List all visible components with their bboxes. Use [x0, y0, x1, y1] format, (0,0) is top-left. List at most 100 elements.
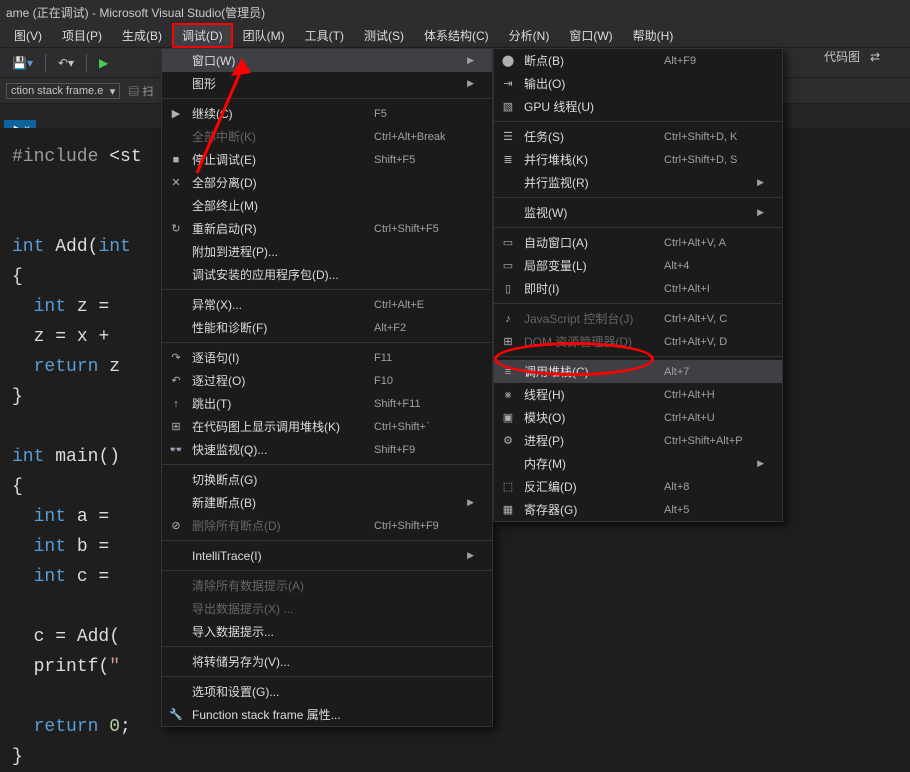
menu-item-shortcut: Ctrl+Shift+Alt+P	[664, 435, 764, 447]
debug-menu-item[interactable]: 切换断点(G)	[162, 468, 492, 491]
debug-menu-item[interactable]: 附加到进程(P)...	[162, 240, 492, 263]
debug-windows-item[interactable]: ⬤断点(B)Alt+F9	[494, 49, 782, 72]
menu-item-label: 导出数据提示(X) ...	[192, 600, 474, 617]
debug-menu-item[interactable]: 调试安装的应用程序包(D)...	[162, 263, 492, 286]
debug-menu-item[interactable]: ↻重新启动(R)Ctrl+Shift+F5	[162, 217, 492, 240]
menu-item-label: 断点(B)	[524, 52, 634, 69]
debug-menu-item[interactable]: ■停止调试(E)Shift+F5	[162, 148, 492, 171]
debug-windows-item[interactable]: ▯即时(I)Ctrl+Alt+I	[494, 277, 782, 300]
menu-tools[interactable]: 工具(T)	[295, 23, 354, 48]
menu-item-shortcut: Ctrl+Alt+I	[664, 283, 764, 295]
menu-item-label: 新建断点(B)	[192, 494, 459, 511]
debug-menu-item[interactable]: 选项和设置(G)...	[162, 680, 492, 703]
debug-windows-item[interactable]: 内存(M)▶	[494, 452, 782, 475]
menu-item-shortcut: Ctrl+Alt+E	[374, 299, 474, 311]
debug-windows-item[interactable]: ⬚反汇编(D)Alt+8	[494, 475, 782, 498]
debug-menu-item[interactable]: ↷逐语句(I)F11	[162, 346, 492, 369]
debug-windows-item[interactable]: ▭自动窗口(A)Ctrl+Alt+V, A	[494, 231, 782, 254]
debug-menu-item[interactable]: 窗口(W)▶	[162, 49, 492, 72]
menu-analyze[interactable]: 分析(N)	[499, 23, 560, 48]
debug-menu-item[interactable]: 性能和诊断(F)Alt+F2	[162, 316, 492, 339]
menu-item-label: 输出(O)	[524, 75, 764, 92]
debug-windows-item[interactable]: ⨳线程(H)Ctrl+Alt+H	[494, 383, 782, 406]
menu-separator	[162, 646, 492, 647]
debug-menu-item[interactable]: 🔧Function stack frame 属性...	[162, 703, 492, 726]
debug-menu-item: 全部中断(K)Ctrl+Alt+Break	[162, 125, 492, 148]
menu-item-label: JavaScript 控制台(J)	[524, 310, 634, 327]
menu-item-label: 跳出(T)	[192, 395, 344, 412]
toggle-icon[interactable]: ⇄	[870, 50, 880, 64]
toolbar-icon[interactable]: ▤ 扫	[128, 83, 153, 99]
debug-menu-item: 清除所有数据提示(A)	[162, 574, 492, 597]
submenu-arrow-icon: ▶	[757, 207, 764, 218]
submenu-arrow-icon: ▶	[757, 177, 764, 188]
menu-arch[interactable]: 体系结构(C)	[414, 23, 499, 48]
menu-item-label: 调用堆栈(C)	[524, 363, 634, 380]
menu-item-icon: 🔧	[168, 707, 184, 723]
debug-windows-item[interactable]: 并行监视(R)▶	[494, 171, 782, 194]
debug-menu-item[interactable]: 图形▶	[162, 72, 492, 95]
debug-windows-item[interactable]: ≣并行堆栈(K)Ctrl+Shift+D, S	[494, 148, 782, 171]
menu-help[interactable]: 帮助(H)	[623, 23, 684, 48]
title-bar: ame (正在调试) - Microsoft Visual Studio(管理员…	[0, 0, 910, 24]
menu-item-shortcut: Alt+F9	[664, 55, 764, 67]
debug-windows-item[interactable]: ⇥输出(O)	[494, 72, 782, 95]
menu-separator	[494, 303, 782, 304]
code-map-button[interactable]: 代码图	[824, 48, 860, 65]
menu-item-label: 在代码图上显示调用堆栈(K)	[192, 418, 344, 435]
continue-button[interactable]: ▶	[95, 54, 116, 72]
menu-item-icon: ↷	[168, 350, 184, 366]
stack-frame-combo[interactable]: ction stack frame.e	[6, 83, 120, 99]
debug-windows-item[interactable]: ▧GPU 线程(U)	[494, 95, 782, 118]
menu-item-shortcut: Ctrl+Alt+Break	[374, 131, 474, 143]
debug-menu-item[interactable]: IntelliTrace(I)▶	[162, 544, 492, 567]
menu-item-icon: ▧	[500, 99, 516, 115]
menu-item-icon: ▣	[500, 410, 516, 426]
menu-item-label: 停止调试(E)	[192, 151, 344, 168]
menu-item-shortcut: Shift+F5	[374, 154, 474, 166]
menu-item-shortcut: Ctrl+Alt+H	[664, 389, 764, 401]
menu-item-label: 清除所有数据提示(A)	[192, 577, 474, 594]
menu-item-label: 切换断点(G)	[192, 471, 474, 488]
debug-windows-item[interactable]: ▣模块(O)Ctrl+Alt+U	[494, 406, 782, 429]
debug-windows-item[interactable]: ▭局部变量(L)Alt+4	[494, 254, 782, 277]
debug-menu-item[interactable]: ⊞在代码图上显示调用堆栈(K)Ctrl+Shift+`	[162, 415, 492, 438]
debug-menu-item[interactable]: 导入数据提示...	[162, 620, 492, 643]
debug-menu-item[interactable]: ✕全部分离(D)	[162, 171, 492, 194]
menu-item-label: 导入数据提示...	[192, 623, 474, 640]
menu-item-icon: ⊞	[500, 334, 516, 350]
menu-item-label: 全部分离(D)	[192, 174, 474, 191]
debug-menu-item[interactable]: 新建断点(B)▶	[162, 491, 492, 514]
menu-item-icon: 👓	[168, 442, 184, 458]
menu-item-shortcut: Alt+4	[664, 260, 764, 272]
menu-item-icon: ⬚	[500, 479, 516, 495]
menu-project[interactable]: 项目(P)	[52, 23, 112, 48]
debug-windows-item[interactable]: ▦寄存器(G)Alt+5	[494, 498, 782, 521]
debug-menu-item[interactable]: 👓快速监视(Q)...Shift+F9	[162, 438, 492, 461]
debug-menu-item[interactable]: 异常(X)...Ctrl+Alt+E	[162, 293, 492, 316]
menu-debug[interactable]: 调试(D)	[172, 23, 233, 48]
menu-item-label: 即时(I)	[524, 280, 634, 297]
debug-menu-item[interactable]: ↶逐过程(O)F10	[162, 369, 492, 392]
debug-menu-item[interactable]: 全部终止(M)	[162, 194, 492, 217]
menu-item-label: 自动窗口(A)	[524, 234, 634, 251]
debug-windows-item[interactable]: ☰任务(S)Ctrl+Shift+D, K	[494, 125, 782, 148]
menu-view[interactable]: 图(V)	[4, 23, 52, 48]
debug-windows-item[interactable]: ≡调用堆栈(C)Alt+7	[494, 360, 782, 383]
menu-separator	[162, 540, 492, 541]
debug-windows-item[interactable]: 监视(W)▶	[494, 201, 782, 224]
debug-windows-item[interactable]: ⚙进程(P)Ctrl+Shift+Alt+P	[494, 429, 782, 452]
menu-separator	[494, 227, 782, 228]
menu-team[interactable]: 团队(M)	[233, 23, 295, 48]
menu-test[interactable]: 测试(S)	[354, 23, 414, 48]
menu-item-label: 逐语句(I)	[192, 349, 344, 366]
debug-menu-item[interactable]: ↑跳出(T)Shift+F11	[162, 392, 492, 415]
save-all-button[interactable]: 💾▾	[8, 54, 37, 72]
document-tab-active[interactable]: ▶ ×	[4, 120, 36, 128]
debug-menu-item[interactable]: ▶继续(C)F5	[162, 102, 492, 125]
debug-menu-item[interactable]: 将转储另存为(V)...	[162, 650, 492, 673]
menu-build[interactable]: 生成(B)	[112, 23, 172, 48]
menu-window[interactable]: 窗口(W)	[559, 23, 622, 48]
menu-item-label: 反汇编(D)	[524, 478, 634, 495]
undo-button[interactable]: ↶▾	[54, 54, 78, 72]
